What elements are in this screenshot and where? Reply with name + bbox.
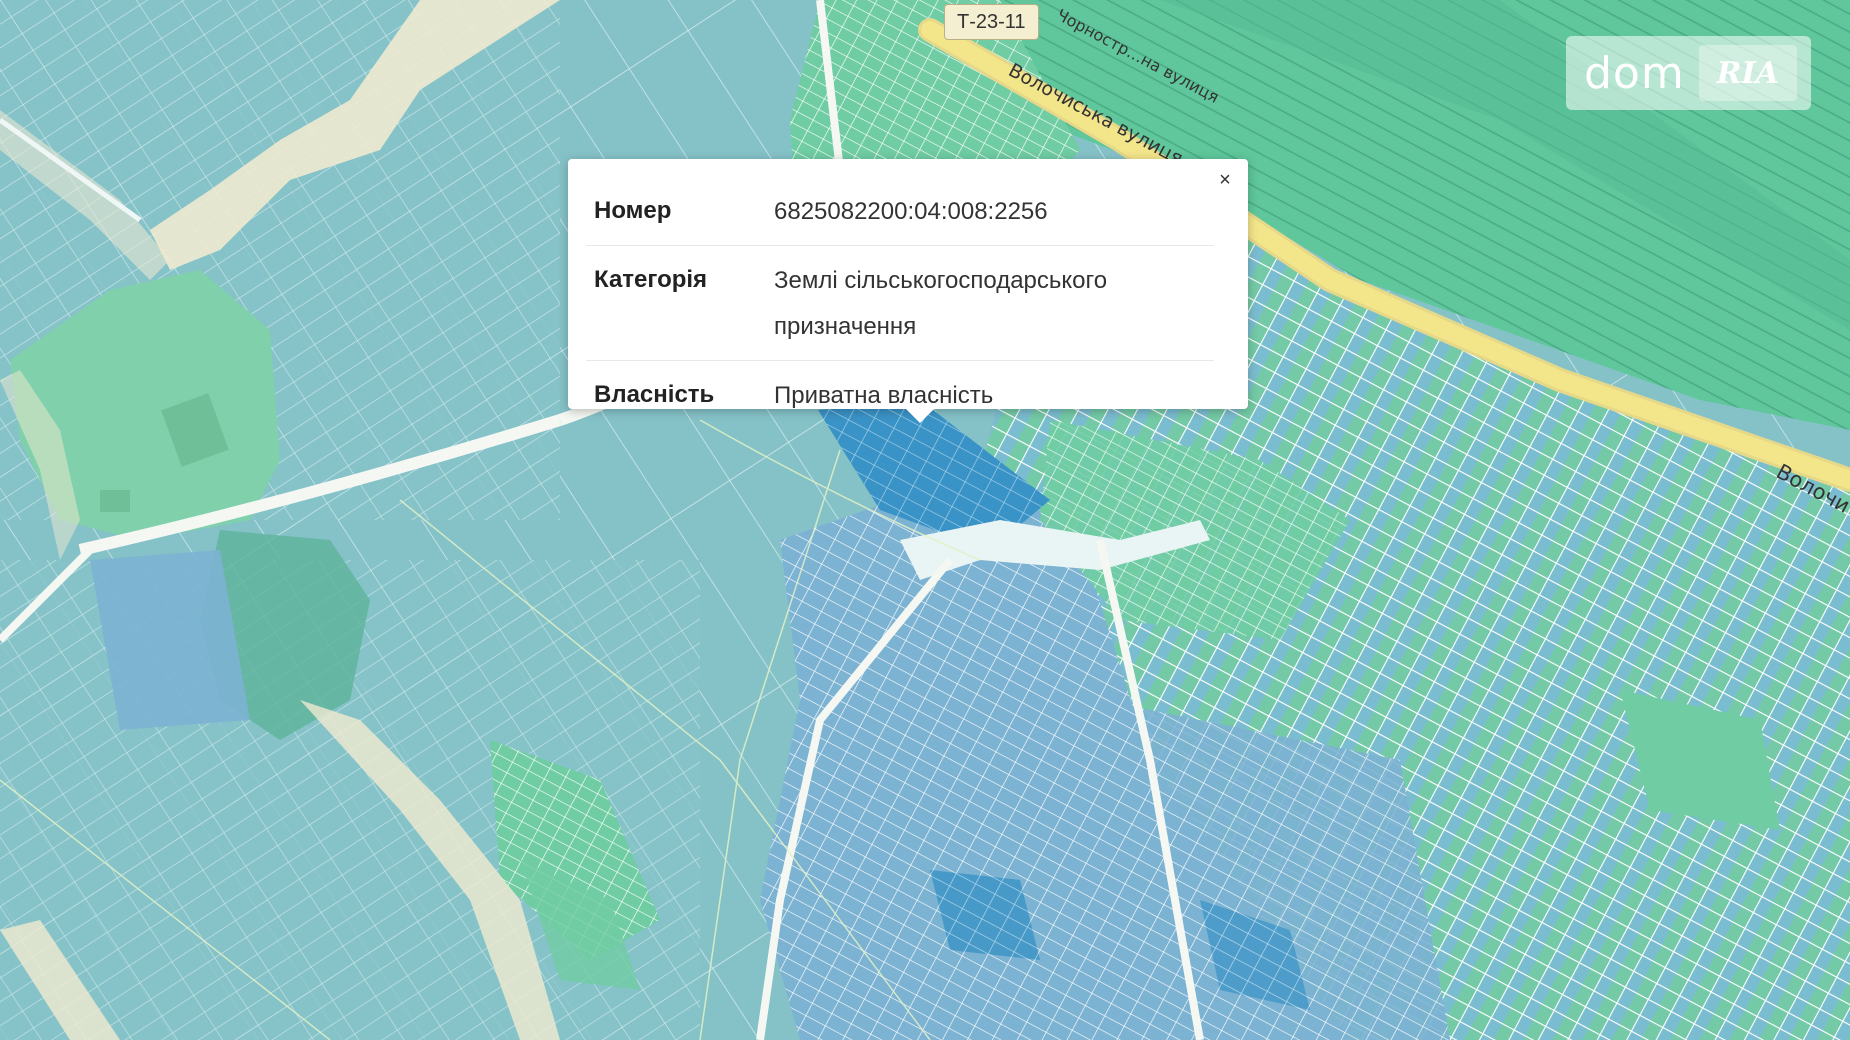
popup-value-ownership: Приватна власність bbox=[774, 382, 994, 409]
popup-label-ownership: Власність bbox=[594, 381, 715, 408]
close-icon[interactable]: × bbox=[1214, 169, 1236, 191]
road-number-badge: Т-23-11 bbox=[944, 4, 1039, 40]
logo-ria-badge: RIA bbox=[1698, 45, 1797, 101]
popup-label-number: Номер bbox=[594, 197, 672, 224]
popup-label-category: Категорія bbox=[594, 266, 708, 293]
popup-value-category: Землі сільськогосподарського призначення bbox=[774, 267, 1108, 340]
logo-dom-text: dom bbox=[1584, 47, 1685, 99]
popup-row-ownership: Власність Приватна власність bbox=[586, 361, 1214, 429]
popup-value-number: 6825082200:04:008:2256 bbox=[774, 198, 1048, 225]
parcel-info-popup: × Номер 6825082200:04:008:2256 Категорія… bbox=[568, 159, 1248, 423]
popup-row-category: Категорія Землі сільськогосподарського п… bbox=[586, 246, 1214, 361]
domria-logo: dom RIA bbox=[1566, 36, 1811, 110]
popup-row-number: Номер 6825082200:04:008:2256 bbox=[586, 177, 1214, 246]
cadastral-map[interactable] bbox=[0, 0, 1850, 1040]
